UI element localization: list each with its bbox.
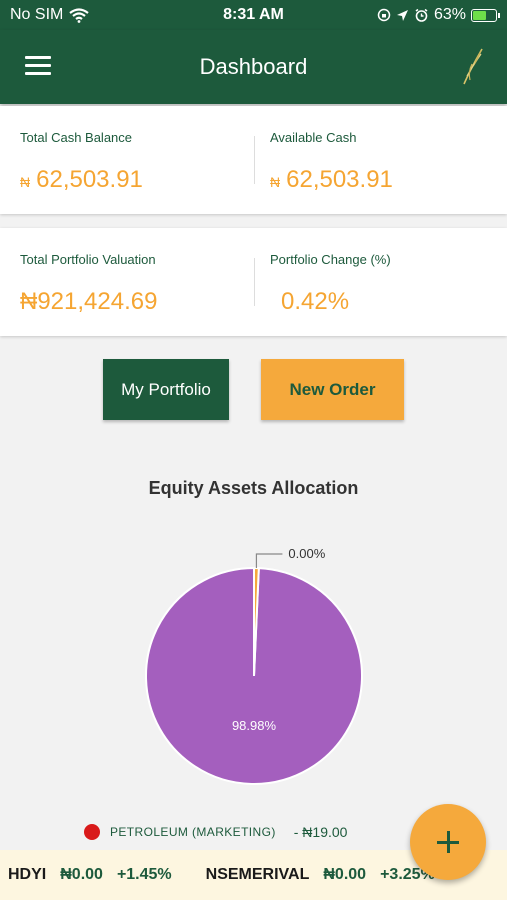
portfolio-valuation-section: Total Portfolio Valuation ₦921,424.69 [20, 228, 250, 336]
available-cash-amount: 62,503.91 [286, 166, 393, 193]
total-cash-value: ₦ 62,503.91 [20, 166, 143, 194]
currency-symbol: ₦ [20, 174, 31, 190]
card-divider [254, 136, 255, 184]
total-cash-label: Total Cash Balance [20, 130, 133, 145]
ticker-track: HDYI ₦0.00 +1.45% NSEMERIVAL ₦0.00 +3.25% [8, 866, 469, 884]
new-order-button[interactable]: New Order [261, 359, 404, 420]
screen-lock-icon [377, 8, 391, 22]
chart-legend-item[interactable]: PETROLEUM (MARKETING) - ₦19.00 [84, 820, 347, 844]
portfolio-card: Total Portfolio Valuation ₦921,424.69 Po… [0, 228, 507, 336]
wheat-leaf-logo-icon [463, 48, 483, 85]
available-cash-section: Available Cash ₦ 62,503.91 [270, 106, 500, 214]
available-cash-label: Available Cash [270, 130, 357, 145]
alarm-icon [415, 8, 428, 22]
portfolio-valuation-label: Total Portfolio Valuation [20, 252, 156, 267]
battery-percent: 63% [433, 6, 466, 23]
cash-balance-card: Total Cash Balance ₦ 62,503.91 Available … [0, 106, 507, 214]
portfolio-change-label: Portfolio Change (%) [270, 252, 391, 267]
legend-sector-name: PETROLEUM (MARKETING) [110, 825, 276, 839]
equity-allocation-pie-chart[interactable]: 98.98% 0.00% [0, 530, 507, 810]
add-fab-button[interactable] [410, 804, 486, 880]
pie-callout-line [255, 553, 283, 569]
currency-symbol: ₦ [270, 174, 281, 190]
app-bar: Dashboard [0, 30, 507, 104]
ticker-price: ₦0.00 [323, 866, 367, 883]
ticker-symbol: NSEMERIVAL [205, 866, 310, 883]
my-portfolio-button[interactable]: My Portfolio [103, 359, 229, 420]
ticker-item: NSEMERIVAL ₦0.00 +3.25% [206, 866, 435, 884]
ticker-price: ₦0.00 [60, 866, 103, 883]
battery-icon [471, 8, 500, 22]
pie-slice-label: 98.98% [232, 718, 277, 733]
status-right: 63% [377, 6, 500, 24]
portfolio-change-section: Portfolio Change (%) 0.42% [270, 228, 500, 336]
ticker-symbol: HDYI [8, 866, 47, 883]
portfolio-valuation-value: ₦921,424.69 [20, 288, 158, 315]
total-cash-amount: 62,503.91 [36, 166, 143, 193]
ticker-item: HDYI ₦0.00 +1.45% [8, 866, 172, 884]
page-title: Dashboard [199, 54, 308, 79]
card-divider [254, 258, 255, 306]
ticker-change: +1.45% [116, 866, 172, 883]
pie-slice-label: 0.00% [288, 546, 325, 561]
legend-color-dot [84, 824, 100, 840]
status-bar: No SIM 8:31 AM 63% [0, 0, 507, 30]
portfolio-change-value: 0.42% [281, 288, 350, 315]
chart-title: Equity Assets Allocation [148, 478, 359, 498]
total-cash-section: Total Cash Balance ₦ 62,503.91 [20, 106, 250, 214]
battery-level [473, 10, 487, 20]
location-icon [396, 9, 408, 21]
legend-sector-amount: - ₦19.00 [293, 824, 348, 840]
available-cash-value: ₦ 62,503.91 [270, 166, 393, 194]
